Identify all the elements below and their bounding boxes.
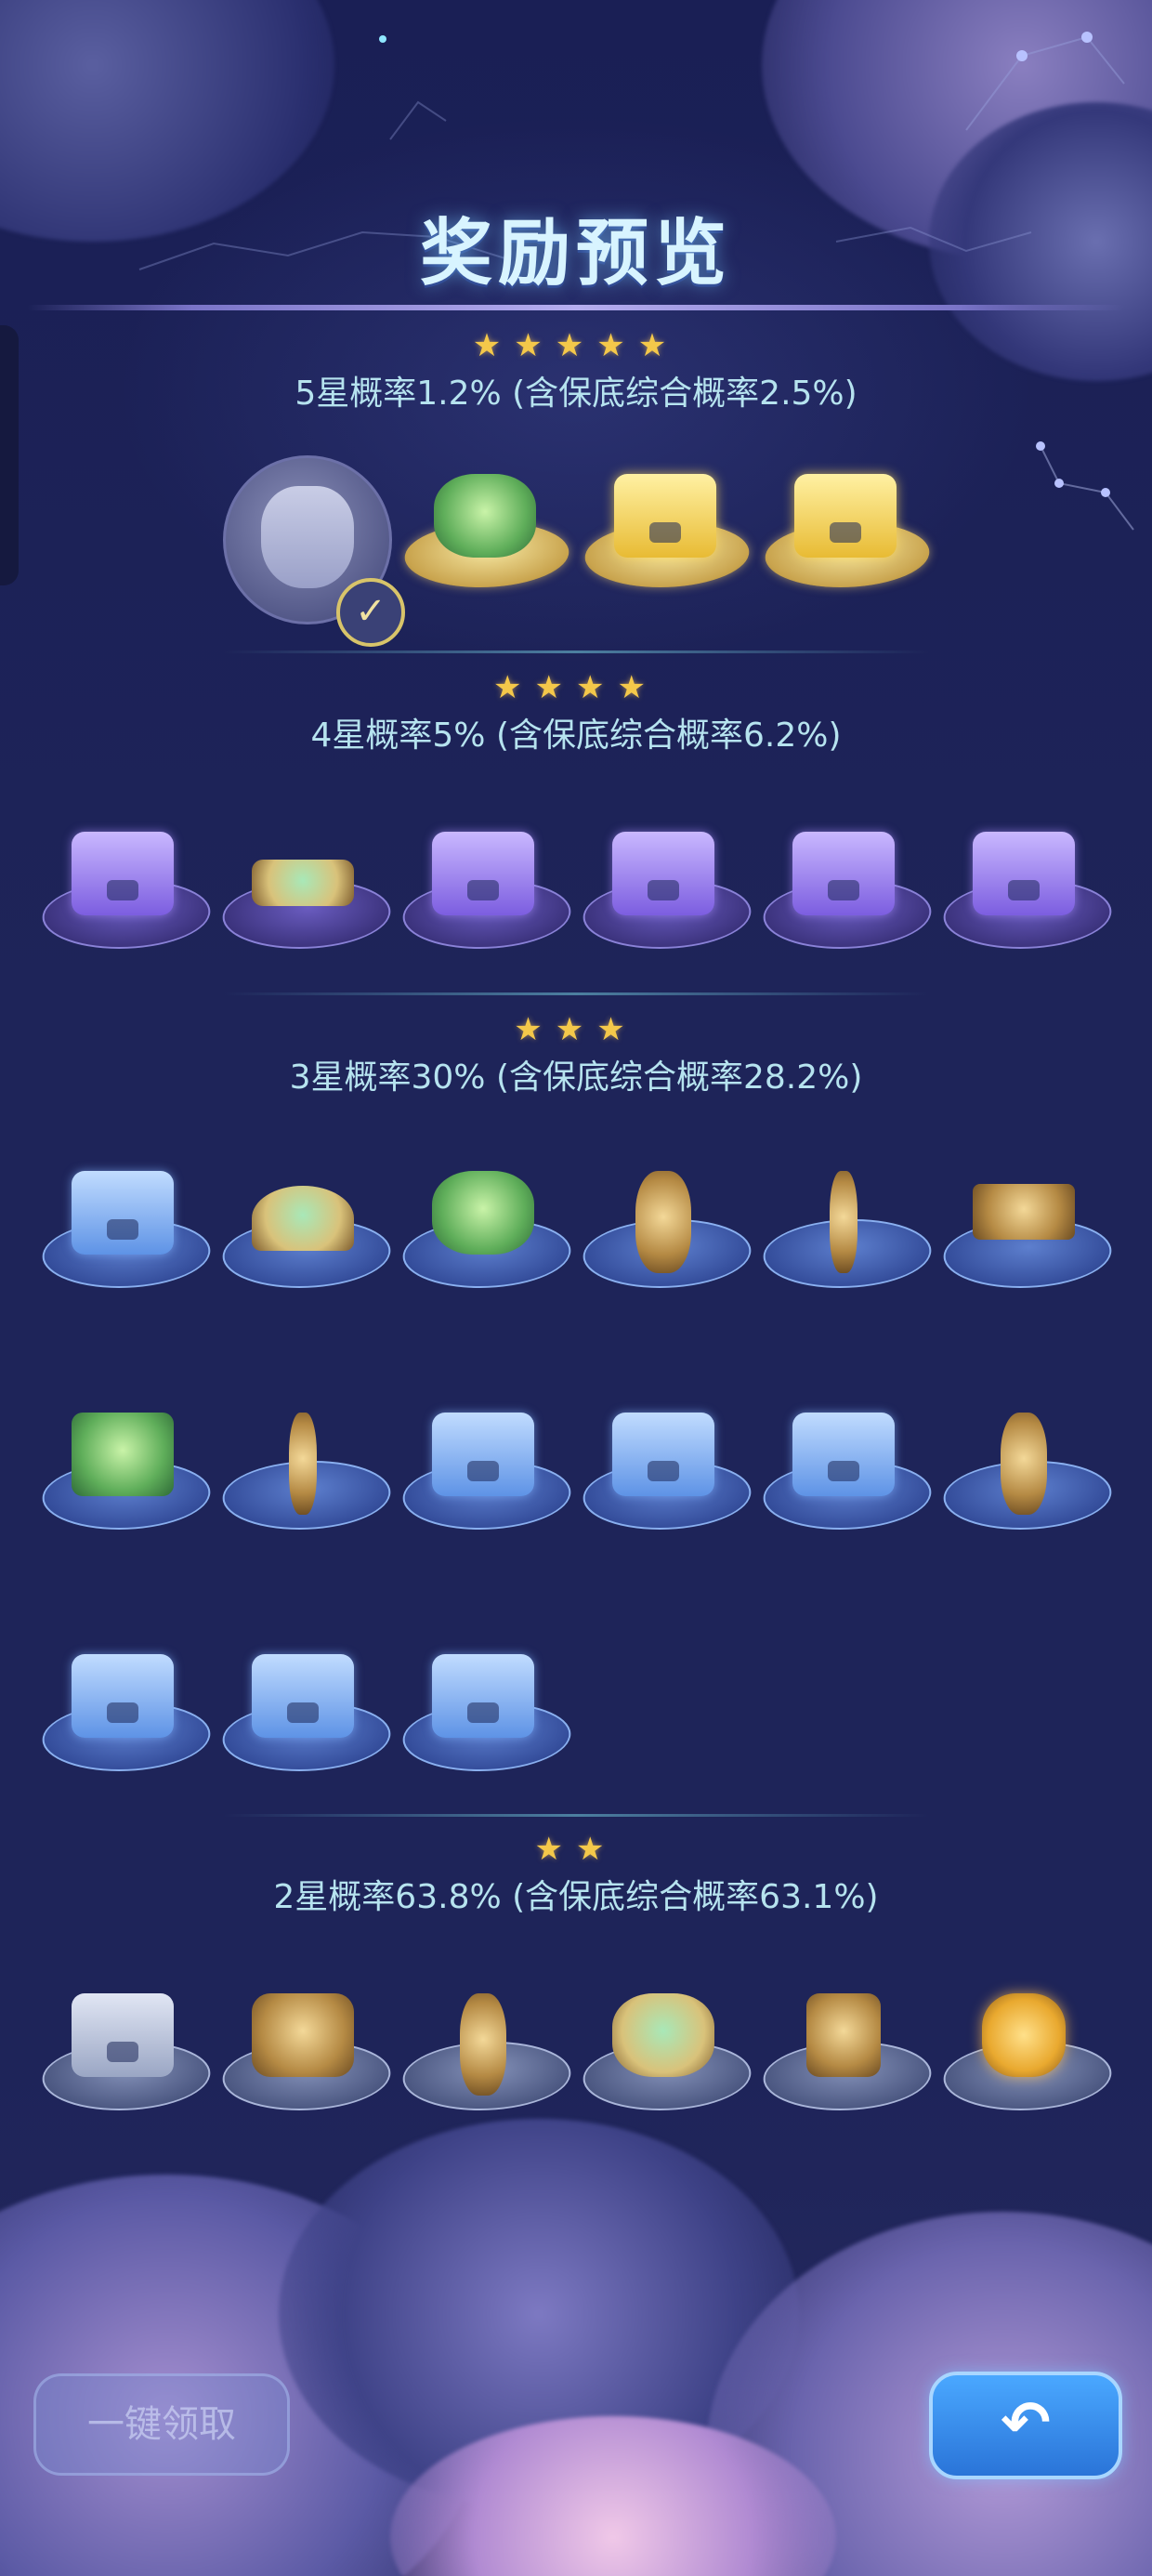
reward-item[interactable] <box>576 1403 758 1543</box>
reward-item[interactable] <box>396 1645 578 1784</box>
tier-4-header: ★★★★ 4星概率5% (含保底综合概率6.2%) <box>0 669 1152 756</box>
hanging-rack-icon <box>973 1184 1075 1240</box>
patterned-bench-icon <box>252 860 354 906</box>
reward-item[interactable] <box>936 1162 1119 1301</box>
reward-item[interactable] <box>576 1162 758 1301</box>
blue-crystal-box-icon <box>432 1654 534 1738</box>
section-divider <box>223 992 929 995</box>
acorn-lamp-icon <box>1001 1413 1047 1515</box>
reward-item[interactable] <box>35 822 217 962</box>
purple-crystal-box-icon <box>612 832 714 915</box>
vine-pavilion-icon <box>434 474 536 558</box>
reward-item[interactable] <box>216 1403 398 1543</box>
tier-5-stars: ★★★★★ <box>472 327 680 364</box>
acorn-lantern-icon <box>982 1993 1066 2077</box>
reward-item[interactable] <box>936 822 1119 962</box>
tier-5-rate: 5星概率1.2% (含保底综合概率2.5%) <box>295 375 857 413</box>
tier-3-header: ★★★ 3星概率30% (含保底综合概率28.2%) <box>0 1011 1152 1098</box>
reward-item[interactable] <box>216 1162 398 1301</box>
tier-2-stars: ★★ <box>534 1831 618 1868</box>
tree-stump-icon <box>252 1993 354 2077</box>
reward-item[interactable] <box>936 1403 1119 1543</box>
section-divider <box>223 651 929 653</box>
reward-item[interactable] <box>756 1403 938 1543</box>
reward-item[interactable] <box>756 822 938 962</box>
reward-item[interactable] <box>758 465 936 604</box>
lamp-post-icon <box>289 1413 317 1515</box>
reward-item[interactable] <box>35 1645 217 1784</box>
flower-basket-icon <box>612 1993 714 2077</box>
wooden-frame-icon <box>72 1413 174 1496</box>
reward-item[interactable] <box>396 1162 578 1301</box>
blue-crystal-box-icon <box>72 1171 174 1255</box>
constellation-right <box>1036 441 1134 531</box>
reward-item[interactable] <box>216 1984 398 2123</box>
section-divider <box>223 1814 929 1817</box>
purple-crystal-box-icon <box>72 832 174 915</box>
blue-crystal-box-icon <box>72 1654 174 1738</box>
tier-2-header: ★★ 2星概率63.8% (含保底综合概率63.1%) <box>0 1831 1152 1918</box>
wooden-sign-icon <box>635 1171 691 1273</box>
blue-crystal-box-icon <box>792 1413 895 1496</box>
reward-item[interactable] <box>216 1645 398 1784</box>
tier-4-stars: ★★★★ <box>493 669 659 706</box>
tier-5-header: ★★★★★ 5星概率1.2% (含保底综合概率2.5%) <box>0 327 1152 414</box>
grey-crystal-box-icon <box>72 1993 174 2077</box>
reward-item[interactable] <box>756 1984 938 2123</box>
back-button[interactable]: ↶ <box>929 2372 1122 2479</box>
purple-crystal-box-icon <box>432 832 534 915</box>
tree-root-icon <box>460 1993 506 2096</box>
reward-item[interactable] <box>396 1984 578 2123</box>
tier-3-stars: ★★★ <box>514 1011 638 1048</box>
reward-item[interactable] <box>576 1984 758 2123</box>
gold-crystal-box-icon <box>794 474 897 558</box>
reward-item[interactable] <box>216 822 398 962</box>
blue-crystal-box-icon <box>252 1654 354 1738</box>
wooden-post-icon <box>830 1171 857 1273</box>
reward-item[interactable] <box>578 465 756 604</box>
gold-crystal-box-icon <box>614 474 716 558</box>
garden-bed-icon <box>432 1171 534 1255</box>
title-underline <box>28 305 1124 310</box>
cat-avatar-icon <box>261 486 354 588</box>
reward-item[interactable] <box>396 1403 578 1543</box>
reward-item[interactable] <box>396 822 578 962</box>
reward-item[interactable] <box>756 1162 938 1301</box>
reward-item[interactable] <box>35 1984 217 2123</box>
reward-item[interactable] <box>35 1403 217 1543</box>
wooden-cabinet-icon <box>806 1993 881 2077</box>
tier-4-rate: 4星概率5% (含保底综合概率6.2%) <box>310 716 842 755</box>
claim-all-button[interactable]: 一键领取 <box>33 2373 290 2476</box>
blue-crystal-box-icon <box>432 1413 534 1496</box>
reward-item[interactable] <box>576 822 758 962</box>
purple-crystal-box-icon <box>973 832 1075 915</box>
reward-item[interactable] <box>936 1984 1119 2123</box>
tier-2-rate: 2星概率63.8% (含保底综合概率63.1%) <box>273 1878 879 1916</box>
return-arrow-icon: ↶ <box>1001 2389 1051 2458</box>
reward-item[interactable] <box>35 1162 217 1301</box>
page-title: 奖励预览 <box>419 212 732 296</box>
blue-crystal-box-icon <box>612 1413 714 1496</box>
stone-arch-icon <box>252 1186 354 1251</box>
purple-crystal-box-icon <box>792 832 895 915</box>
owned-check-icon: ✓ <box>336 578 405 647</box>
tier-3-rate: 3星概率30% (含保底综合概率28.2%) <box>289 1058 863 1097</box>
reward-item[interactable] <box>398 465 576 604</box>
reward-preview-screen: 奖励预览 ★★★★★ 5星概率1.2% (含保底综合概率2.5%) ✓ ★★★★… <box>0 0 1152 2576</box>
